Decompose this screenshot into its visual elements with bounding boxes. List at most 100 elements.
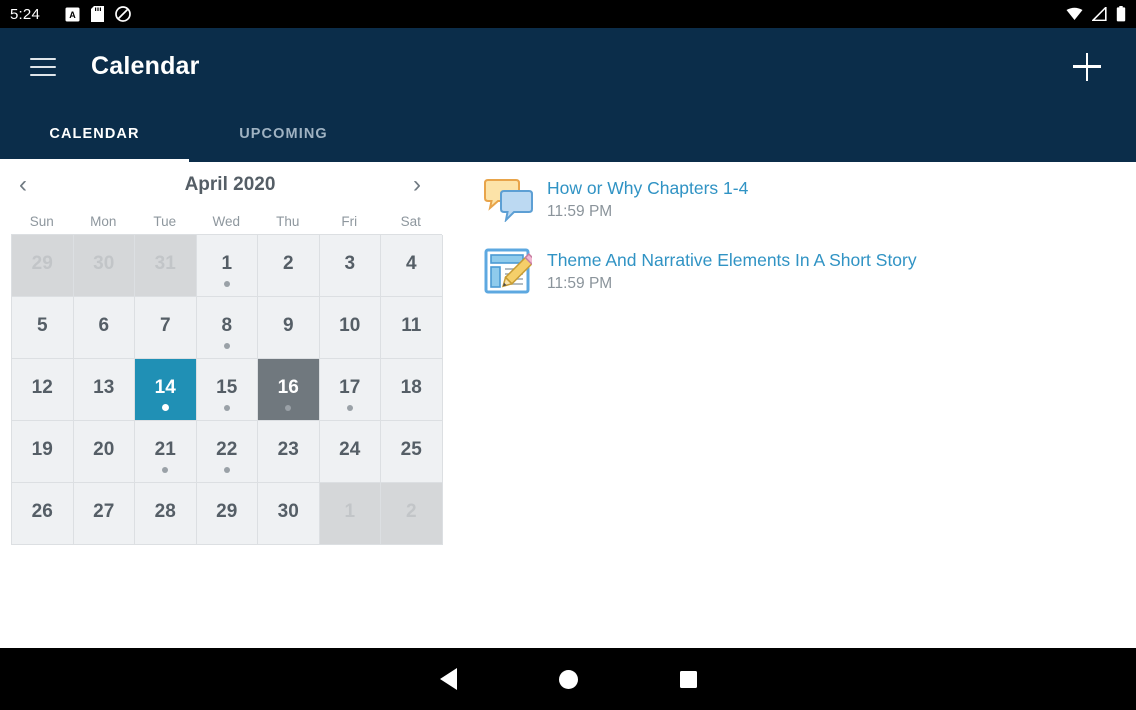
calendar-day-number: 2	[282, 253, 294, 274]
next-month-button[interactable]: ›	[396, 162, 438, 208]
previous-month-button[interactable]: ‹	[2, 162, 44, 208]
calendar-day-number: 16	[277, 377, 299, 398]
calendar-day-cell[interactable]: 6	[73, 297, 135, 359]
calendar-day-cell[interactable]: 10	[319, 297, 381, 359]
calendar-day-number: 24	[339, 439, 361, 460]
calendar-day-cell[interactable]: 21	[135, 421, 197, 483]
calendar-day-cell[interactable]: 19	[12, 421, 74, 483]
calendar-day-number: 17	[339, 377, 361, 398]
calendar-day-cell[interactable]: 12	[12, 359, 74, 421]
calendar-day-cell[interactable]: 29	[12, 235, 74, 297]
calendar-day-number: 19	[31, 439, 53, 460]
calendar-day-cell[interactable]: 18	[381, 359, 443, 421]
calendar-day-number: 23	[277, 439, 299, 460]
calendar-day-cell[interactable]: 23	[258, 421, 320, 483]
calendar-month-title: April 2020	[184, 174, 276, 195]
calendar-day-cell[interactable]: 25	[381, 421, 443, 483]
a-badge-icon: A	[65, 7, 80, 21]
calendar-day-cell[interactable]: 22	[196, 421, 258, 483]
sd-card-icon	[91, 6, 104, 22]
nav-home-button[interactable]	[508, 648, 628, 710]
calendar-day-cell[interactable]: 1	[196, 235, 258, 297]
status-bar-left: 5:24 A	[10, 6, 131, 23]
calendar-day-number: 1	[344, 501, 356, 522]
calendar-day-cell[interactable]: 14	[135, 359, 197, 421]
calendar-day-number: 22	[216, 439, 238, 460]
calendar-day-cell[interactable]: 15	[196, 359, 258, 421]
calendar-day-cell[interactable]: 9	[258, 297, 320, 359]
calendar-panel: ‹ April 2020 › Sun Mon Tue Wed Thu Fri Sat 29 3…	[0, 162, 460, 545]
system-navigation-bar	[0, 648, 1136, 710]
nav-recents-button[interactable]	[628, 648, 748, 710]
calendar-day-number: 27	[93, 501, 115, 522]
weekday-label: Sun	[29, 213, 54, 229]
calendar-day-cell[interactable]: 20	[73, 421, 135, 483]
forum-discussion-icon	[484, 175, 536, 227]
calendar-day-cell[interactable]: 2	[381, 483, 443, 545]
hamburger-menu-icon[interactable]	[30, 57, 56, 76]
event-title[interactable]: How or Why Chapters 1-4	[547, 177, 748, 199]
assignment-page-pencil-icon	[484, 247, 537, 299]
calendar-day-number: 15	[216, 377, 238, 398]
add-event-button[interactable]	[1064, 44, 1110, 90]
calendar-day-cell[interactable]: 28	[135, 483, 197, 545]
weekday-header-row: Sun Mon Tue Wed Thu Fri Sat	[11, 208, 460, 234]
event-details: How or Why Chapters 1-4 11:59 PM	[536, 175, 748, 222]
status-bar-right	[1066, 6, 1126, 22]
weekday-label: Thu	[276, 213, 300, 229]
calendar-day-number: 3	[344, 253, 356, 274]
calendar-day-cell[interactable]: 8	[196, 297, 258, 359]
calendar-day-number: 9	[282, 315, 294, 336]
calendar-day-number: 12	[31, 377, 53, 398]
calendar-day-number: 21	[154, 439, 176, 460]
calendar-day-cell[interactable]: 24	[319, 421, 381, 483]
calendar-day-cell[interactable]: 11	[381, 297, 443, 359]
event-list-item[interactable]: Theme And Narrative Elements In A Short …	[484, 247, 1124, 299]
calendar-day-cell[interactable]: 29	[196, 483, 258, 545]
calendar-day-cell[interactable]: 30	[73, 235, 135, 297]
event-indicator-dot	[223, 281, 230, 287]
calendar-day-number: 5	[36, 315, 48, 336]
calendar-day-number: 8	[221, 315, 233, 336]
calendar-day-number: 30	[93, 253, 115, 274]
event-indicator-dot	[223, 405, 230, 411]
home-circle-icon	[558, 669, 578, 689]
calendar-day-cell[interactable]: 30	[258, 483, 320, 545]
event-indicator-dot	[285, 405, 292, 411]
calendar-day-number: 20	[93, 439, 115, 460]
nav-back-button[interactable]	[388, 648, 508, 710]
calendar-day-number: 6	[98, 315, 110, 336]
calendar-day-number: 29	[216, 501, 238, 522]
event-list-item[interactable]: How or Why Chapters 1-4 11:59 PM	[484, 175, 1124, 227]
calendar-day-number: 18	[400, 377, 422, 398]
event-indicator-dot	[161, 404, 169, 411]
event-list: How or Why Chapters 1-4 11:59 PM Theme And…	[484, 175, 1124, 319]
calendar-day-cell[interactable]: 2	[258, 235, 320, 297]
calendar-day-number: 1	[221, 253, 233, 274]
tab-bar: CALENDAR UPCOMING	[0, 105, 1136, 162]
calendar-day-cell[interactable]: 1	[319, 483, 381, 545]
calendar-day-cell[interactable]: 13	[73, 359, 135, 421]
tab-upcoming[interactable]: UPCOMING	[189, 105, 378, 162]
calendar-day-cell[interactable]: 17	[319, 359, 381, 421]
calendar-day-cell[interactable]: 7	[135, 297, 197, 359]
cellular-signal-icon	[1092, 7, 1107, 21]
tab-calendar[interactable]: CALENDAR	[0, 105, 189, 162]
calendar-day-cell[interactable]: 16	[258, 359, 320, 421]
calendar-grid: 29 30 31 1 2 3 4 5 6 7 8 9 10 11 12 13 14 15 16 17 18 19 20 21 2…	[11, 234, 443, 545]
weekday-label: Fri	[341, 213, 358, 229]
do-not-disturb-icon	[115, 6, 131, 22]
calendar-day-number: 31	[154, 253, 176, 274]
weekday-label: Sat	[400, 213, 421, 229]
calendar-day-cell[interactable]: 31	[135, 235, 197, 297]
event-title[interactable]: Theme And Narrative Elements In A Short …	[547, 249, 917, 271]
calendar-day-cell[interactable]: 5	[12, 297, 74, 359]
calendar-day-cell[interactable]: 3	[319, 235, 381, 297]
calendar-day-cell[interactable]: 26	[12, 483, 74, 545]
calendar-day-cell[interactable]: 27	[73, 483, 135, 545]
status-bar: 5:24 A	[0, 0, 1136, 28]
calendar-day-cell[interactable]: 4	[381, 235, 443, 297]
battery-icon	[1116, 6, 1126, 22]
calendar-day-number: 25	[400, 439, 422, 460]
content-area: ‹ April 2020 › Sun Mon Tue Wed Thu Fri Sat 29 3…	[0, 162, 1136, 648]
